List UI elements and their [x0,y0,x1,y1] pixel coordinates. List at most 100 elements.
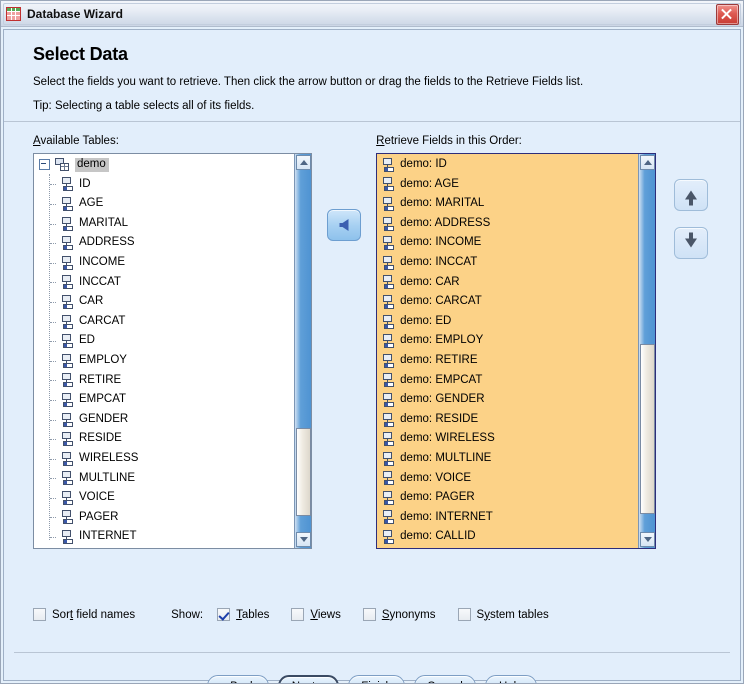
title-bar[interactable]: Database Wizard [1,1,743,27]
retrieve-field-item[interactable]: demo: EMPCAT [377,371,637,391]
available-tables-pane: Available Tables: demoIDAGEMARITALADDRES… [33,135,312,549]
available-tables-listbox[interactable]: demoIDAGEMARITALADDRESSINCOMEINCCATCARCA… [33,153,312,549]
tree-field-item[interactable]: ID [34,175,294,195]
tree-field-item[interactable]: PAGER [34,508,294,528]
move-to-retrieve-button[interactable] [327,209,361,241]
finish-button[interactable]: Finish [348,675,405,684]
tree-field-item[interactable]: CARCAT [34,312,294,332]
retrieve-field-item[interactable]: demo: RETIRE [377,351,637,371]
tree-field-item[interactable]: CALLID [34,547,294,548]
retrieve-field-item[interactable]: demo: WIRELESS [377,429,637,449]
tree-root-node[interactable]: demo [34,155,294,175]
tree-field-label: ED [79,335,95,347]
scroll-down-icon[interactable] [640,532,655,547]
retrieve-field-item[interactable]: demo: CAR [377,273,637,293]
tree-field-item[interactable]: EMPLOY [34,351,294,371]
retrieve-scrollbar[interactable] [638,154,655,548]
retrieve-field-item[interactable]: demo: PAGER [377,488,637,508]
reorder-controls [656,135,718,275]
retrieve-field-label: demo: MARITAL [400,198,484,210]
show-label: Show: [171,609,203,621]
retrieve-field-item[interactable]: demo: INCCAT [377,253,637,273]
close-icon[interactable] [716,4,739,25]
retrieve-field-item[interactable]: demo: ADDRESS [377,214,637,234]
available-scrollbar[interactable] [294,154,311,548]
back-button[interactable]: < Back [207,675,268,684]
arrow-left-icon [340,219,349,231]
cancel-button[interactable]: Cancel [414,675,476,684]
next-button[interactable]: Next > [278,675,340,684]
scroll-up-icon[interactable] [296,155,311,170]
retrieve-field-item[interactable]: demo: VOICE [377,469,637,489]
tree-field-label: CAR [79,296,103,308]
retrieve-field-label: demo: ED [400,316,451,328]
scroll-up-icon[interactable] [640,155,655,170]
tree-field-label: RETIRE [79,375,121,387]
move-down-button[interactable] [674,227,708,259]
tree-field-item[interactable]: VOICE [34,488,294,508]
show-views-checkbox[interactable]: Views [291,608,340,621]
scroll-down-icon[interactable] [296,532,311,547]
field-icon [382,315,395,329]
scrollbar-thumb[interactable] [296,428,311,516]
tree-branch-line [50,224,56,225]
cancel-button-label: Cancel [427,681,463,684]
tree-field-item[interactable]: INTERNET [34,527,294,547]
tree-field-item[interactable]: CAR [34,292,294,312]
retrieve-field-label: demo: MULTLINE [400,453,491,465]
retrieve-field-item[interactable]: demo: ED [377,312,637,332]
checkbox-box[interactable] [291,608,304,621]
retrieve-field-item[interactable]: demo: MULTLINE [377,449,637,469]
tree-field-item[interactable]: RESIDE [34,429,294,449]
show-synonyms-checkbox[interactable]: Synonyms [363,608,436,621]
retrieve-field-item[interactable]: demo: CARCAT [377,292,637,312]
tree-branch-line [50,478,56,479]
retrieve-field-item[interactable]: demo: EMPLOY [377,331,637,351]
collapse-icon[interactable] [39,159,50,170]
retrieve-field-item[interactable]: demo: AGE [377,175,637,195]
scrollbar-thumb[interactable] [640,344,655,514]
tree-field-item[interactable]: RETIRE [34,371,294,391]
show-tables-checkbox[interactable]: Tables [217,608,269,621]
tree-branch-line [50,243,56,244]
tree-field-item[interactable]: ADDRESS [34,233,294,253]
field-icon [382,354,395,368]
checkbox-box[interactable] [363,608,376,621]
show-system-tables-checkbox[interactable]: System tables [458,608,549,621]
tree-field-item[interactable]: MARITAL [34,214,294,234]
retrieve-field-item[interactable]: demo: CALLID [377,527,637,547]
tree-field-item[interactable]: INCOME [34,253,294,273]
checkbox-box[interactable] [33,608,46,621]
field-icon [61,432,74,446]
field-icon [61,315,74,329]
tree-field-label: INTERNET [79,531,137,543]
move-up-button[interactable] [674,179,708,211]
page-title: Select Data [33,44,718,65]
tree-field-item[interactable]: ED [34,331,294,351]
retrieve-field-item[interactable]: demo: INTERNET [377,508,637,528]
retrieve-field-item[interactable]: demo: RESIDE [377,410,637,430]
tree-field-label: AGE [79,198,103,210]
tree-field-label: ID [79,179,91,191]
retrieve-field-item[interactable]: demo: GENDER [377,390,637,410]
tree-field-item[interactable]: EMPCAT [34,390,294,410]
tree-field-item[interactable]: GENDER [34,410,294,430]
retrieve-field-label: demo: RETIRE [400,355,477,367]
tree-field-item[interactable]: WIRELESS [34,449,294,469]
tree-field-item[interactable]: AGE [34,194,294,214]
retrieve-field-item[interactable]: demo: CALLWAIT [377,547,637,548]
retrieve-fields-listbox[interactable]: demo: IDdemo: AGE demo: MARITAL demo: ADDR… [376,153,655,549]
help-button[interactable]: Help [485,675,537,684]
checkbox-box[interactable] [458,608,471,621]
retrieve-field-item[interactable]: demo: MARITAL [377,194,637,214]
tree-field-item[interactable]: INCCAT [34,273,294,293]
retrieve-field-item[interactable]: demo: INCOME [377,233,637,253]
field-icon [382,413,395,427]
checkbox-box[interactable] [217,608,230,621]
sort-field-names-checkbox[interactable]: Sort field names [33,608,135,621]
retrieve-field-label: demo: ADDRESS [400,218,490,230]
tree-field-label: MARITAL [79,218,128,230]
tip-text: Tip: Selecting a table selects all of it… [33,100,718,112]
tree-field-item[interactable]: MULTLINE [34,469,294,489]
retrieve-field-item[interactable]: demo: ID [377,155,637,175]
